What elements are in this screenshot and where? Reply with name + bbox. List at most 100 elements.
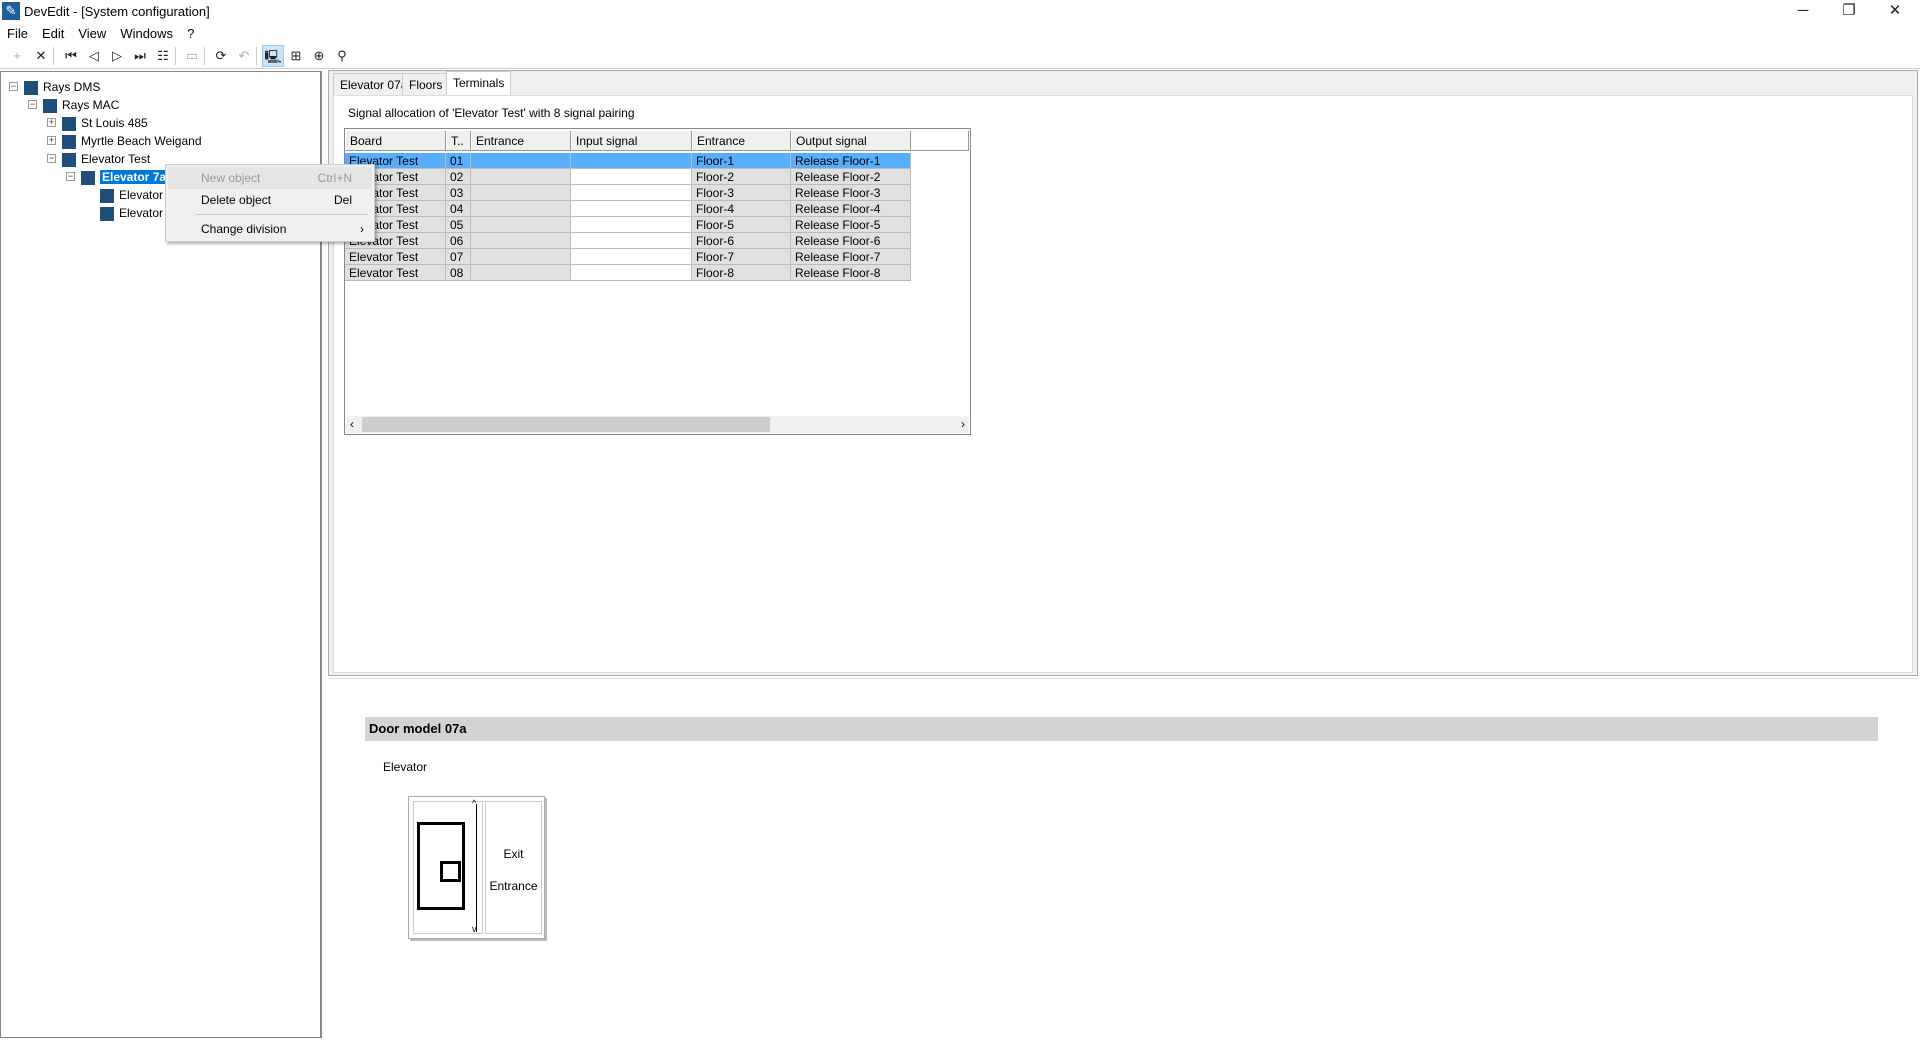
collapse-icon[interactable]: − — [28, 100, 37, 109]
tree-node[interactable]: Elevator Test — [62, 150, 150, 168]
table-cell[interactable]: Release Floor-3 — [791, 185, 911, 201]
table-cell[interactable]: Floor-6 — [692, 233, 791, 249]
add-icon[interactable]: + — [6, 45, 28, 67]
table-cell[interactable] — [571, 217, 692, 233]
table-cell[interactable] — [571, 249, 692, 265]
table-cell[interactable]: Elevator Test — [345, 265, 446, 281]
detail-panel: Elevator 07a Floors Terminals Signal all… — [328, 70, 1918, 676]
menu-edit[interactable]: Edit — [35, 24, 71, 43]
menu-help[interactable]: ? — [180, 24, 201, 43]
scroll-right-icon[interactable]: › — [961, 417, 965, 431]
save-icon[interactable]: ▭ — [181, 45, 203, 67]
tree-node-label: Elevator Test — [81, 152, 151, 166]
table-cell[interactable] — [471, 217, 571, 233]
tree-node[interactable]: Rays DMS — [24, 78, 100, 96]
table-cell[interactable]: Release Floor-1 — [791, 153, 911, 169]
table-cell[interactable] — [471, 265, 571, 281]
toolbar-separator — [175, 47, 176, 65]
horizontal-scrollbar[interactable]: ‹ › — [346, 416, 969, 433]
table-cell[interactable]: Elevator Test — [345, 249, 446, 265]
menu-item-change-division[interactable]: Change division › — [168, 218, 372, 240]
tab-floors[interactable]: Floors — [402, 73, 450, 95]
scroll-left-icon[interactable]: ‹ — [350, 417, 354, 431]
shortcut: Del — [333, 193, 352, 207]
scrollbar-thumb[interactable] — [362, 417, 770, 432]
tree-node[interactable]: Elevator — [100, 186, 163, 204]
collapse-icon[interactable]: − — [47, 154, 56, 163]
table-cell[interactable]: Floor-1 — [692, 153, 791, 169]
table-cell[interactable] — [471, 153, 571, 169]
target-icon[interactable]: ⊕ — [308, 45, 330, 67]
cabin-button-icon — [440, 861, 461, 882]
column-header[interactable]: Input signal — [571, 130, 692, 151]
table-cell[interactable] — [571, 169, 692, 185]
next-icon[interactable]: ▷ — [106, 45, 128, 67]
table-cell[interactable]: 07 — [446, 249, 471, 265]
column-header[interactable]: T.. — [446, 130, 471, 151]
tree-node[interactable]: Elevator 7a — [81, 168, 169, 186]
tree-node[interactable]: St Louis 485 — [62, 114, 148, 132]
table-cell[interactable]: Release Floor-7 — [791, 249, 911, 265]
expand-icon[interactable]: + — [47, 118, 56, 127]
network-icon[interactable]: ⊞ — [285, 45, 307, 67]
menu-windows[interactable]: Windows — [113, 24, 180, 43]
table-cell[interactable]: 04 — [446, 201, 471, 217]
menu-item-new-object[interactable]: New object Ctrl+N — [168, 167, 372, 189]
tree-node[interactable]: Elevator — [100, 204, 163, 222]
search-icon[interactable]: ⚲ — [331, 45, 353, 67]
table-cell[interactable] — [471, 185, 571, 201]
column-header[interactable]: Entrance — [471, 130, 571, 151]
column-header[interactable]: Entrance — [692, 130, 791, 151]
refresh-icon[interactable]: ⟳ — [210, 45, 232, 67]
tab-terminals[interactable]: Terminals — [446, 71, 512, 95]
table-cell[interactable] — [571, 201, 692, 217]
column-header[interactable]: Output signal — [791, 130, 911, 151]
collapse-icon[interactable]: − — [66, 172, 75, 181]
table-cell[interactable] — [471, 233, 571, 249]
menu-file[interactable]: File — [0, 24, 35, 43]
first-icon[interactable]: ⏮ — [60, 45, 82, 67]
table-cell[interactable]: Floor-4 — [692, 201, 791, 217]
minimize-button[interactable]: ─ — [1780, 0, 1826, 24]
table-cell[interactable]: Floor-3 — [692, 185, 791, 201]
table-cell[interactable] — [471, 201, 571, 217]
computer-icon[interactable]: 🖳 — [262, 45, 284, 67]
table-cell[interactable]: 05 — [446, 217, 471, 233]
tree-node[interactable]: Rays MAC — [43, 96, 119, 114]
menu-separator — [196, 214, 368, 215]
table-cell[interactable]: 08 — [446, 265, 471, 281]
table-cell[interactable]: 01 — [446, 153, 471, 169]
table-cell[interactable] — [471, 169, 571, 185]
close-button[interactable]: ✕ — [1872, 0, 1918, 24]
table-cell[interactable] — [571, 185, 692, 201]
table-cell[interactable]: Release Floor-8 — [791, 265, 911, 281]
last-icon[interactable]: ⏭ — [129, 45, 151, 67]
table-cell[interactable]: Release Floor-2 — [791, 169, 911, 185]
table-cell[interactable] — [571, 153, 692, 169]
prev-icon[interactable]: ◁ — [83, 45, 105, 67]
column-header[interactable]: Board — [345, 130, 446, 151]
table-cell[interactable] — [571, 233, 692, 249]
table-cell[interactable]: Floor-7 — [692, 249, 791, 265]
table-cell[interactable]: 03 — [446, 185, 471, 201]
tree-node-label: St Louis 485 — [81, 116, 148, 130]
table-cell[interactable]: Floor-5 — [692, 217, 791, 233]
delete-icon[interactable]: ✕ — [30, 45, 52, 67]
expand-icon[interactable]: + — [47, 136, 56, 145]
menu-item-delete-object[interactable]: Delete object Del — [168, 189, 372, 211]
table-cell[interactable]: Floor-2 — [692, 169, 791, 185]
table-cell[interactable]: 02 — [446, 169, 471, 185]
table-cell[interactable]: Release Floor-6 — [791, 233, 911, 249]
menu-view[interactable]: View — [71, 24, 113, 43]
table-cell[interactable] — [471, 249, 571, 265]
tree-node[interactable]: Myrtle Beach Weigand — [62, 132, 202, 150]
tree-icon[interactable]: ☷ — [152, 45, 174, 67]
table-cell[interactable]: Floor-8 — [692, 265, 791, 281]
collapse-icon[interactable]: − — [9, 82, 18, 91]
undo-icon[interactable]: ↶ — [233, 45, 255, 67]
table-cell[interactable]: 06 — [446, 233, 471, 249]
table-cell[interactable]: Release Floor-4 — [791, 201, 911, 217]
table-cell[interactable] — [571, 265, 692, 281]
restore-button[interactable]: ❐ — [1826, 0, 1872, 24]
table-cell[interactable]: Release Floor-5 — [791, 217, 911, 233]
